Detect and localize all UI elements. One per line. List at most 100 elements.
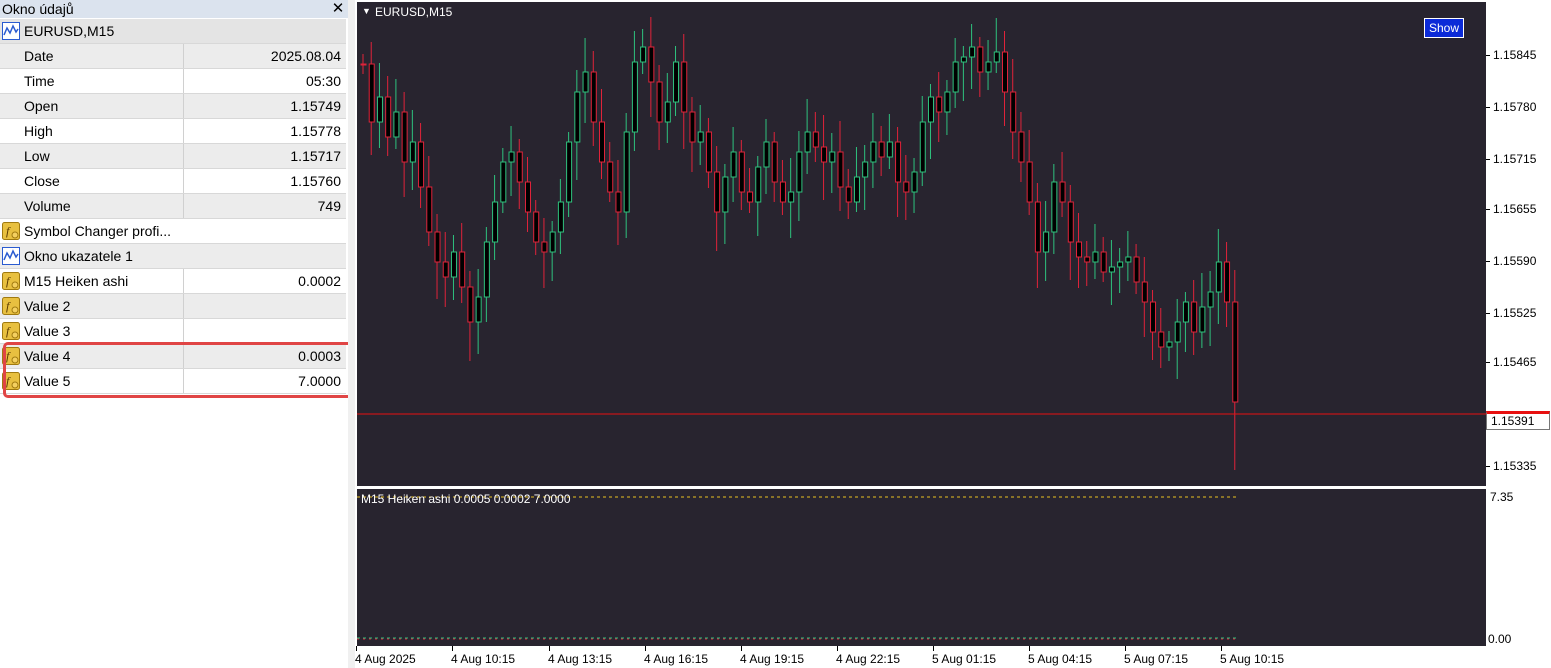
candle-body (1034, 201, 1041, 253)
chart-window-icon (2, 22, 20, 40)
price-pane[interactable]: ▼ EURUSD,M15 Show (357, 2, 1486, 486)
price-axis-tick (1486, 466, 1490, 467)
row-label: Symbol Changer profi... (24, 223, 172, 239)
column-separator (183, 319, 184, 343)
indicator-row[interactable]: f Value 2 (0, 294, 346, 319)
row-label: M15 Heiken ashi (24, 273, 129, 289)
indicator-axis[interactable]: 7.35 0.00 (1486, 488, 1551, 648)
indicator-f-icon: f (2, 272, 20, 290)
indicator-label: M15 Heiken ashi 0.0005 0.0002 7.0000 (361, 492, 571, 506)
candle-body (960, 56, 967, 63)
candlestick-series (357, 17, 1486, 470)
chart-window[interactable]: ▼ EURUSD,M15 Show M15 Heiken ashi 0.0005… (355, 0, 1551, 668)
candle-body (853, 176, 860, 203)
candle-body (582, 71, 589, 93)
close-icon[interactable]: ✕ (330, 0, 346, 17)
column-separator (183, 94, 184, 118)
candle-body (483, 241, 490, 298)
candle-body (500, 161, 507, 203)
indicator-row[interactable]: f Symbol Changer profi... (0, 219, 346, 244)
candle-body (722, 176, 729, 213)
candle-body (631, 61, 638, 133)
indicator-pane[interactable]: M15 Heiken ashi 0.0005 0.0002 7.0000 (357, 489, 1486, 646)
chart-symbol-label: EURUSD,M15 (375, 5, 453, 19)
dropdown-arrow-icon[interactable]: ▼ (362, 6, 371, 16)
price-axis-label: 1.15845 (1493, 48, 1537, 62)
time-axis-tick (356, 646, 357, 651)
candle-body (985, 61, 992, 73)
column-separator (183, 269, 184, 293)
data-row-close[interactable]: Close 1.15760 (0, 169, 346, 194)
row-value: 749 (317, 198, 341, 214)
candle-body (1026, 161, 1033, 203)
indicator-f-icon: f (2, 222, 20, 240)
data-row-volume[interactable]: Volume 749 (0, 194, 346, 219)
time-axis-tick (837, 646, 838, 651)
candle-body (434, 231, 441, 263)
row-label: Low (24, 148, 50, 164)
candle-body (738, 151, 745, 193)
indicator-axis-top: 7.35 (1490, 490, 1514, 504)
indicator-axis-bottom: 0.00 (1488, 632, 1512, 646)
candle-body (442, 261, 449, 278)
data-row-high[interactable]: High 1.15778 (0, 119, 346, 144)
symbol-row[interactable]: EURUSD,M15 (0, 19, 346, 44)
row-value: 2025.08.04 (270, 48, 341, 64)
candle-body (1018, 131, 1025, 163)
candle-body (730, 151, 737, 178)
time-axis-tick (549, 646, 550, 651)
candle-body (1100, 251, 1107, 273)
indicator-row[interactable]: Okno ukazatele 1 (0, 244, 346, 269)
candle-body (886, 141, 893, 158)
time-axis-label: 4 Aug 13:15 (548, 652, 613, 666)
data-window-titlebar[interactable]: Okno údajů ✕ (0, 0, 348, 18)
row-value: 1.15778 (290, 123, 341, 139)
indicator-row[interactable]: f Value 3 (0, 319, 346, 344)
candle-body (549, 231, 556, 253)
indicator-row[interactable]: f M15 Heiken ashi 0.0002 (0, 269, 346, 294)
candle-body (804, 131, 811, 153)
row-label: Open (24, 98, 59, 114)
candle-body (796, 151, 803, 193)
candle-body (1084, 256, 1091, 263)
candle-body (492, 201, 499, 243)
candle-body (1141, 281, 1148, 303)
candle-body (837, 151, 844, 188)
candle-body (977, 46, 984, 73)
panel-splitter[interactable] (348, 0, 355, 668)
time-axis-label: 4 Aug 16:15 (644, 652, 709, 666)
price-axis-label: 1.15655 (1493, 202, 1537, 216)
candle-body (533, 211, 540, 243)
candle-body (566, 141, 573, 203)
candle-body (697, 131, 704, 143)
candle-body (747, 191, 754, 203)
row-label: Value 3 (24, 323, 71, 339)
candle-body (640, 46, 647, 63)
time-axis-label: 5 Aug 01:15 (932, 652, 997, 666)
time-axis-label: 5 Aug 10:15 (1220, 652, 1285, 666)
candle-body (574, 91, 581, 143)
candle-body (1150, 301, 1157, 333)
time-axis-tick (452, 646, 453, 651)
row-label: Close (24, 173, 60, 189)
time-axis-label: 4 Aug 22:15 (836, 652, 901, 666)
candle-body (705, 131, 712, 173)
time-axis-label: 4 Aug 10:15 (451, 652, 516, 666)
time-axis-tick (1029, 646, 1030, 651)
candle-body (426, 186, 433, 233)
data-row-date[interactable]: Date 2025.08.04 (0, 44, 346, 69)
candle-body (607, 161, 614, 193)
candle-body (821, 146, 828, 163)
data-row-low[interactable]: Low 1.15717 (0, 144, 346, 169)
show-button[interactable]: Show (1424, 18, 1464, 38)
candle-body (1108, 266, 1115, 273)
column-separator (183, 169, 184, 193)
candle-body (812, 131, 819, 148)
time-axis-tick (741, 646, 742, 651)
candle-body (779, 181, 786, 203)
data-row-open[interactable]: Open 1.15749 (0, 94, 346, 119)
row-label: Time (24, 73, 55, 89)
column-separator (183, 144, 184, 168)
candle-body (1182, 301, 1189, 323)
data-row-time[interactable]: Time 05:30 (0, 69, 346, 94)
